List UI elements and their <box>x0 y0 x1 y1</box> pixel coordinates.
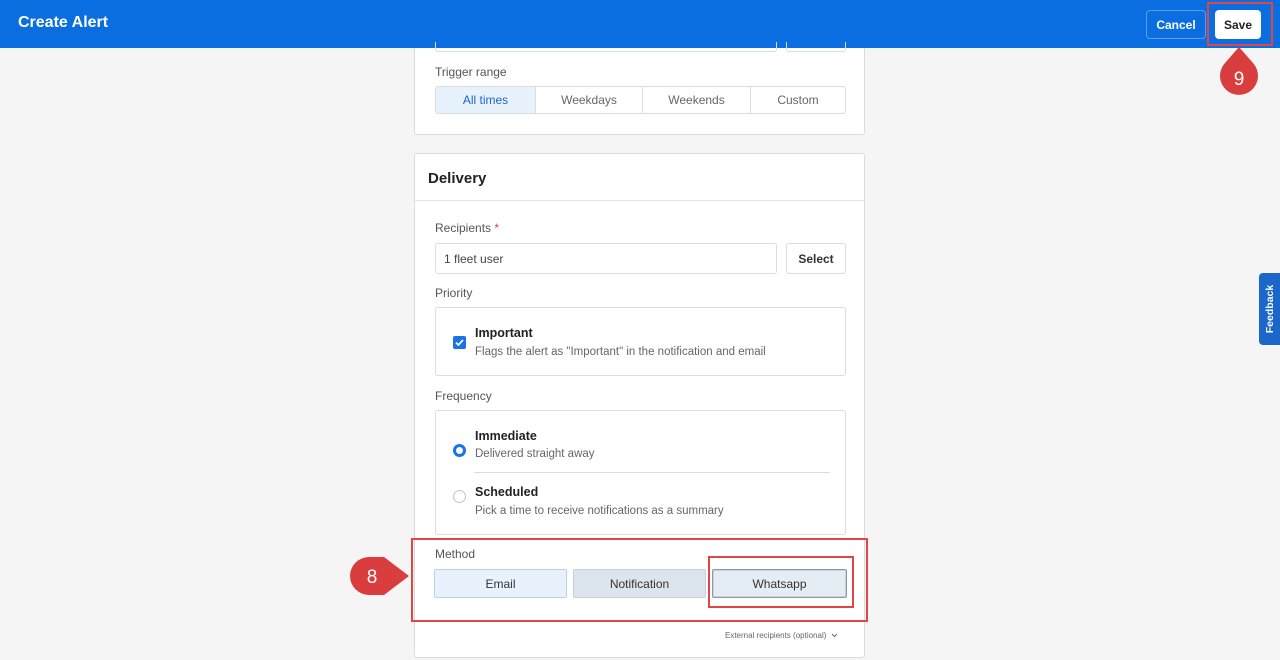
cancel-button[interactable]: Cancel <box>1146 10 1206 39</box>
immediate-radio[interactable] <box>453 444 466 457</box>
recipients-input[interactable]: 1 fleet user <box>435 243 777 274</box>
scheduled-radio[interactable] <box>453 490 466 503</box>
delivery-divider <box>415 200 864 201</box>
immediate-title: Immediate <box>475 429 537 443</box>
external-recipients-label: External recipients (optional) <box>725 631 827 640</box>
step-8-number: 8 <box>367 567 378 588</box>
step-9-number: 9 <box>1234 69 1245 90</box>
trigger-range-label: Trigger range <box>435 65 507 79</box>
scheduled-desc: Pick a time to receive notifications as … <box>475 505 724 517</box>
important-checkbox[interactable] <box>453 336 466 349</box>
previous-input[interactable] <box>435 42 777 52</box>
step-8-pin-icon <box>350 557 409 595</box>
top-bar: Create Alert Cancel Save <box>0 0 1280 48</box>
previous-button[interactable] <box>786 42 846 52</box>
important-desc: Flags the alert as "Important" in the no… <box>475 346 766 358</box>
required-mark: * <box>494 221 500 235</box>
trigger-option-custom[interactable]: Custom <box>751 87 845 113</box>
whatsapp-highlight <box>708 556 854 608</box>
recipients-label: Recipients * <box>435 221 499 235</box>
scheduled-title: Scheduled <box>475 485 539 499</box>
page-title: Create Alert <box>18 14 109 31</box>
priority-box: Important Flags the alert as "Important"… <box>435 307 846 376</box>
external-recipients-toggle[interactable]: External recipients (optional) <box>725 631 838 640</box>
delivery-title: Delivery <box>428 170 487 187</box>
trigger-option-weekdays[interactable]: Weekdays <box>536 87 643 113</box>
chevron-down-icon <box>831 633 837 638</box>
step-9-marker: 9 <box>1220 47 1258 95</box>
save-highlight <box>1207 2 1273 46</box>
trigger-card: Trigger range All times Weekdays Weekend… <box>414 42 865 135</box>
frequency-box: Immediate Delivered straight away Schedu… <box>435 410 846 535</box>
trigger-option-weekends[interactable]: Weekends <box>643 87 751 113</box>
frequency-label: Frequency <box>435 389 492 403</box>
feedback-label: Feedback <box>1263 284 1276 334</box>
select-recipients-button[interactable]: Select <box>786 243 846 274</box>
step-8-marker: 8 <box>350 557 409 595</box>
important-title: Important <box>475 326 533 340</box>
recipients-label-text: Recipients <box>435 221 492 235</box>
priority-label: Priority <box>435 286 473 300</box>
immediate-desc: Delivered straight away <box>475 448 595 460</box>
frequency-divider <box>474 472 830 473</box>
check-icon <box>455 339 464 347</box>
feedback-tab[interactable]: Feedback <box>1259 273 1280 345</box>
trigger-option-all-times[interactable]: All times <box>436 87 536 113</box>
trigger-range-segmented: All times Weekdays Weekends Custom <box>435 86 846 114</box>
